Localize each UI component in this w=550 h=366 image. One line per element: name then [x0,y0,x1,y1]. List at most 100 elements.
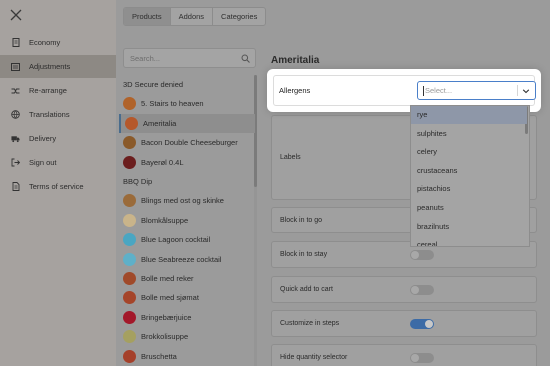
list-item-label: Bruschetta [141,351,177,361]
product-thumbnail [123,272,136,285]
product-thumbnail [123,213,136,227]
list-item[interactable]: Bolle med reker [119,269,255,288]
shuffle-icon [11,86,20,95]
product-thumbnail [123,349,136,363]
list-item[interactable]: Blue Lagoon cocktail [119,230,255,249]
truck-icon [11,134,20,143]
list-item-label: 3D Secure denied [123,80,184,89]
dropdown-option[interactable]: pistachios [411,179,527,198]
dropdown-option[interactable]: rye [411,106,527,124]
product-thumbnail [123,97,136,111]
list-item[interactable]: Blings med ost og skinke [119,191,255,210]
dropdown-option[interactable]: brazilnuts [411,217,527,236]
sidebar-item-label: Translations [29,110,70,119]
sidebar-item-label: Sign out [29,158,57,167]
setting-label: Quick add to cart [280,286,333,293]
tab-addons[interactable]: Addons [171,8,214,25]
product-thumbnail [123,233,136,247]
sidebar-item-delivery[interactable]: Delivery [0,127,116,150]
tab-products[interactable]: Products [124,8,171,25]
list-item[interactable]: Ameritalia [119,113,255,133]
list-item-label: Bayerøl 0.4L [141,157,184,167]
list-item[interactable]: Blue Seabreeze cocktail [119,250,255,269]
list-item-label: Bolle med sjømat [141,293,199,303]
text-caret [423,85,424,96]
sliders-icon [11,62,20,71]
document-icon [11,182,20,191]
setting-label: Hide quantity selector [280,354,348,361]
product-list: 3D Secure denied 5. Stairs to heaven Ameri… [119,75,255,366]
list-item-label: Bringebærjuice [141,312,192,322]
select-divider [517,85,518,96]
customize-in-steps-toggle[interactable] [410,319,434,329]
search-input[interactable]: Search... [123,48,256,68]
product-thumbnail [123,252,136,266]
list-item-label: Blings med ost og skinke [141,196,224,206]
list-item[interactable]: Bayerøl 0.4L [119,153,255,172]
sidebar-item-label: Delivery [29,134,57,143]
product-thumbnail [123,155,136,169]
sidebar-item-label: Adjustments [29,62,71,71]
block-in-to-stay-toggle[interactable] [410,250,434,260]
tab-bar: Products Addons Categories [123,7,267,26]
dropdown-option[interactable]: crustaceans [411,161,527,180]
dropdown-option[interactable]: sulphites [411,124,527,143]
sidebar-item-label: Terms of service [29,182,84,191]
list-item[interactable]: Bolle med sjømat [119,288,255,307]
sidebar-item-label: Economy [29,38,61,47]
setting-label: Block in to go [280,216,323,224]
toggle-knob [411,251,419,259]
list-item-label: Brokkolisuppe [141,332,189,342]
allergens-placeholder: Select... [425,86,453,95]
sidebar-item-terms[interactable]: Terms of service [0,175,116,198]
list-item-label: BBQ Dip [123,177,153,186]
hide-quantity-toggle[interactable] [410,353,434,363]
allergens-select[interactable]: Select... [417,81,536,100]
setting-label: Customize in steps [280,320,340,327]
customize-in-steps-setting: Customize in steps [271,310,537,337]
list-item[interactable]: 5. Stairs to heaven [119,94,255,113]
dropdown-option[interactable]: cereal [411,235,527,246]
product-thumbnail [123,194,136,208]
list-item[interactable]: Bacon Double Cheeseburger [119,133,255,152]
list-item[interactable]: Brokkolisuppe [119,327,255,346]
product-thumbnail [123,310,136,324]
quick-add-toggle[interactable] [410,285,434,295]
dropdown-option[interactable]: celery [411,142,527,161]
hide-quantity-setting: Hide quantity selector [271,344,537,366]
list-item-label: Bacon Double Cheeseburger [141,138,238,148]
close-icon[interactable] [10,9,22,21]
allergens-row: Allergens Select... [273,75,536,106]
product-thumbnail [123,291,136,305]
sidebar-item-translations[interactable]: Translations [0,103,116,126]
product-thumbnail [125,116,138,130]
list-item-label: Blomkålsuppe [141,215,189,225]
product-title: Ameritalia [271,55,320,66]
list-item[interactable]: Bringebærjuice [119,308,255,327]
sidebar-item-label: Re-arrange [29,86,67,95]
search-placeholder: Search... [130,53,161,63]
receipt-icon [11,38,20,47]
chevron-down-icon[interactable] [522,87,530,95]
sidebar-item-sign-out[interactable]: Sign out [0,151,116,174]
sidebar-item-re-arrange[interactable]: Re-arrange [0,79,116,102]
list-group-header[interactable]: BBQ Dip [119,172,255,191]
sidebar-item-economy[interactable]: Economy [0,31,116,54]
list-group-header[interactable]: 3D Secure denied [119,75,255,94]
list-item[interactable]: Blomkålsuppe [119,211,255,230]
sidebar: Economy Adjustments Re-arrange Translati… [0,0,116,366]
allergens-label: Allergens [279,86,311,95]
product-thumbnail [123,136,136,150]
product-thumbnail [123,330,136,344]
sidebar-item-adjustments[interactable]: Adjustments [0,55,116,78]
tab-categories[interactable]: Categories [213,8,265,25]
list-item-label: Blue Seabreeze cocktail [141,254,222,264]
list-item-label: Ameritalia [143,118,177,128]
globe-icon [11,110,20,119]
list-item-label: Bolle med reker [141,274,194,283]
search-icon[interactable] [241,54,250,63]
setting-label: Block in to stay [280,251,328,258]
dropdown-option[interactable]: peanuts [411,198,527,217]
setting-label: Labels [280,154,301,161]
list-item[interactable]: Bruschetta [119,347,255,366]
